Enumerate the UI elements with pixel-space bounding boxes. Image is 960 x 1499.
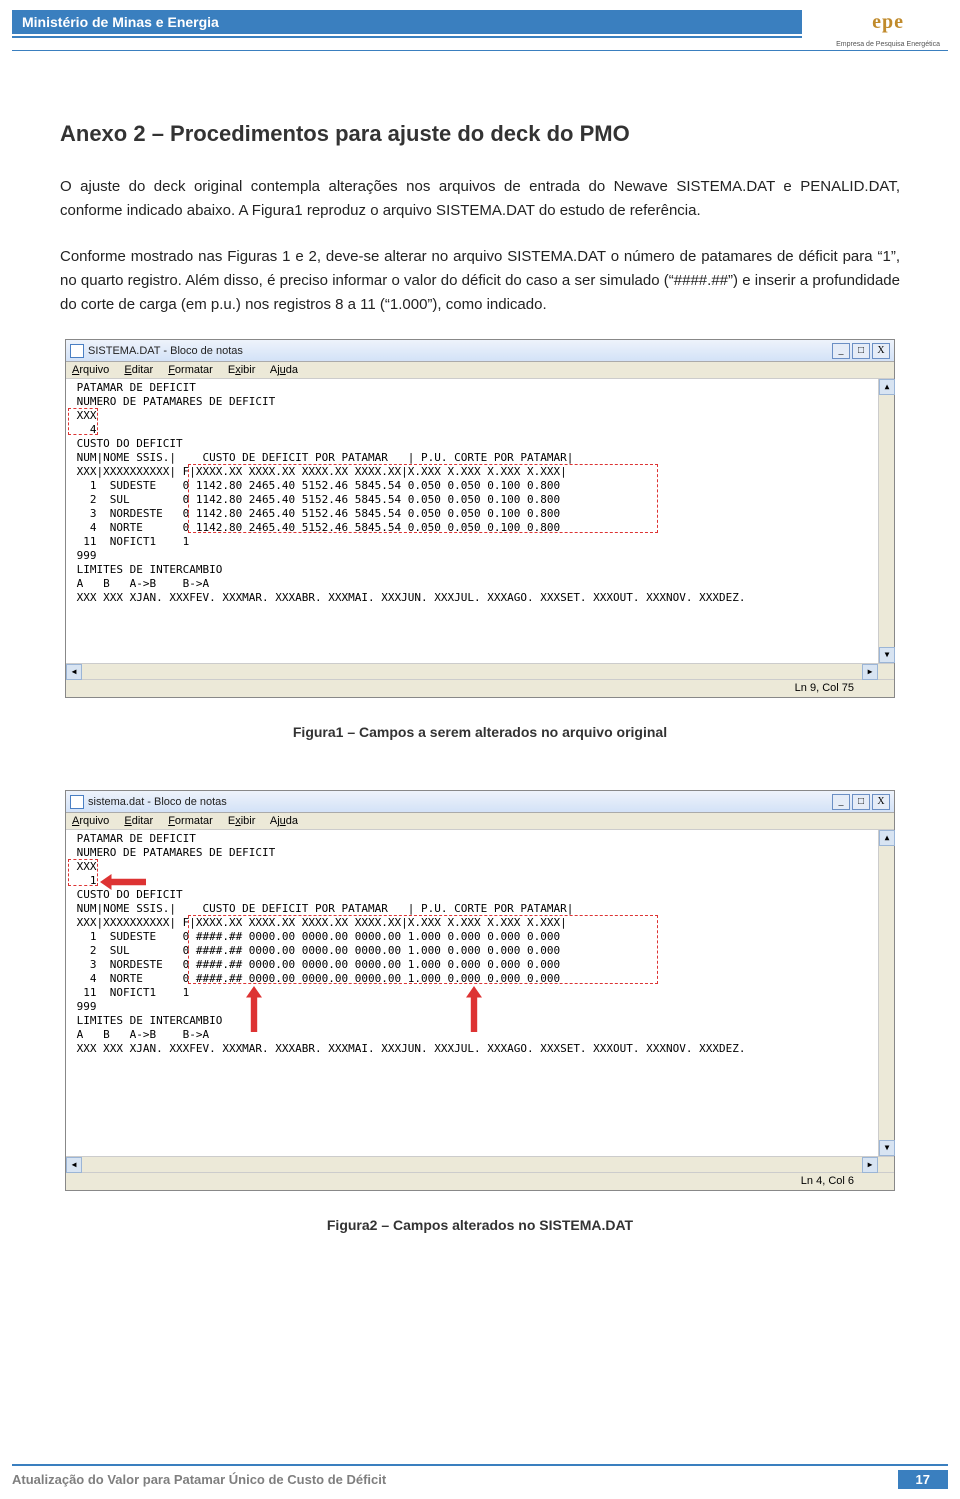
scroll-left-icon[interactable]: ◀ xyxy=(66,664,82,680)
status-bar: Ln 9, Col 75 xyxy=(66,679,894,697)
menu-exibir[interactable]: Exibir xyxy=(228,815,256,827)
notepad-window-1: SISTEMA.DAT - Bloco de notas _ □ X AArqu… xyxy=(65,339,895,698)
notepad-window-2: sistema.dat - Bloco de notas _ □ X Arqui… xyxy=(65,790,895,1191)
menu-bar: Arquivo Editar Formatar Exibir Ajuda xyxy=(66,813,894,830)
menu-exibir[interactable]: Exibir xyxy=(228,364,256,376)
titlebar[interactable]: sistema.dat - Bloco de notas _ □ X xyxy=(66,791,894,813)
horizontal-scrollbar[interactable]: ◀ ▶ xyxy=(66,1156,894,1172)
ministry-label: Ministério de Minas e Energia xyxy=(12,10,802,34)
figure2-caption: Figura2 – Campos alterados no SISTEMA.DA… xyxy=(60,1217,900,1233)
figure1-caption: Figura1 – Campos a serem alterados no ar… xyxy=(60,724,900,740)
scroll-down-icon[interactable]: ▼ xyxy=(879,1140,895,1156)
menu-editar[interactable]: Editar xyxy=(124,364,153,376)
menu-arquivo[interactable]: Arquivo xyxy=(72,815,109,827)
page-header: Ministério de Minas e Energia epe Empres… xyxy=(0,0,960,51)
paragraph-1: O ajuste do deck original contempla alte… xyxy=(60,175,900,223)
notepad-icon xyxy=(70,795,84,809)
scroll-left-icon[interactable]: ◀ xyxy=(66,1157,82,1173)
logo-text: epe xyxy=(858,4,918,40)
epe-logo: epe Empresa de Pesquisa Energética xyxy=(836,4,940,48)
scroll-up-icon[interactable]: ▲ xyxy=(879,379,895,395)
close-button[interactable]: X xyxy=(872,794,890,810)
footer-title: Atualização do Valor para Patamar Único … xyxy=(12,1472,386,1487)
scroll-up-icon[interactable]: ▲ xyxy=(879,830,895,846)
logo-subtitle: Empresa de Pesquisa Energética xyxy=(836,41,940,48)
horizontal-scrollbar[interactable]: ◀ ▶ xyxy=(66,663,894,679)
text-area[interactable]: PATAMAR DE DEFICIT NUMERO DE PATAMARES D… xyxy=(66,379,878,663)
vertical-scrollbar[interactable]: ▲ ▼ xyxy=(878,830,894,1156)
window-title: SISTEMA.DAT - Bloco de notas xyxy=(88,345,243,357)
text-area[interactable]: PATAMAR DE DEFICIT NUMERO DE PATAMARES D… xyxy=(66,830,878,1156)
menu-editar[interactable]: Editar xyxy=(124,815,153,827)
minimize-button[interactable]: _ xyxy=(832,343,850,359)
menu-arquivo[interactable]: AArquivorquivo xyxy=(72,364,109,376)
page-number: 17 xyxy=(898,1470,948,1489)
menu-bar: AArquivorquivo Editar Formatar Exibir Aj… xyxy=(66,362,894,379)
menu-formatar[interactable]: Formatar xyxy=(168,364,213,376)
maximize-button[interactable]: □ xyxy=(852,343,870,359)
menu-formatar[interactable]: Formatar xyxy=(168,815,213,827)
header-rule xyxy=(12,36,802,38)
scroll-right-icon[interactable]: ▶ xyxy=(862,1157,878,1173)
paragraph-2: Conforme mostrado nas Figuras 1 e 2, dev… xyxy=(60,245,900,317)
window-title: sistema.dat - Bloco de notas xyxy=(88,796,227,808)
maximize-button[interactable]: □ xyxy=(852,794,870,810)
menu-ajuda[interactable]: Ajuda xyxy=(270,364,298,376)
page-footer: Atualização do Valor para Patamar Único … xyxy=(12,1464,948,1489)
titlebar[interactable]: SISTEMA.DAT - Bloco de notas _ □ X xyxy=(66,340,894,362)
notepad-icon xyxy=(70,344,84,358)
close-button[interactable]: X xyxy=(872,343,890,359)
main-content: Anexo 2 – Procedimentos para ajuste do d… xyxy=(0,51,960,1233)
footer-rule xyxy=(12,1464,948,1466)
minimize-button[interactable]: _ xyxy=(832,794,850,810)
scroll-right-icon[interactable]: ▶ xyxy=(862,664,878,680)
scroll-down-icon[interactable]: ▼ xyxy=(879,647,895,663)
menu-ajuda[interactable]: Ajuda xyxy=(270,815,298,827)
vertical-scrollbar[interactable]: ▲ ▼ xyxy=(878,379,894,663)
anexo-title: Anexo 2 – Procedimentos para ajuste do d… xyxy=(60,121,900,147)
status-bar: Ln 4, Col 6 xyxy=(66,1172,894,1190)
